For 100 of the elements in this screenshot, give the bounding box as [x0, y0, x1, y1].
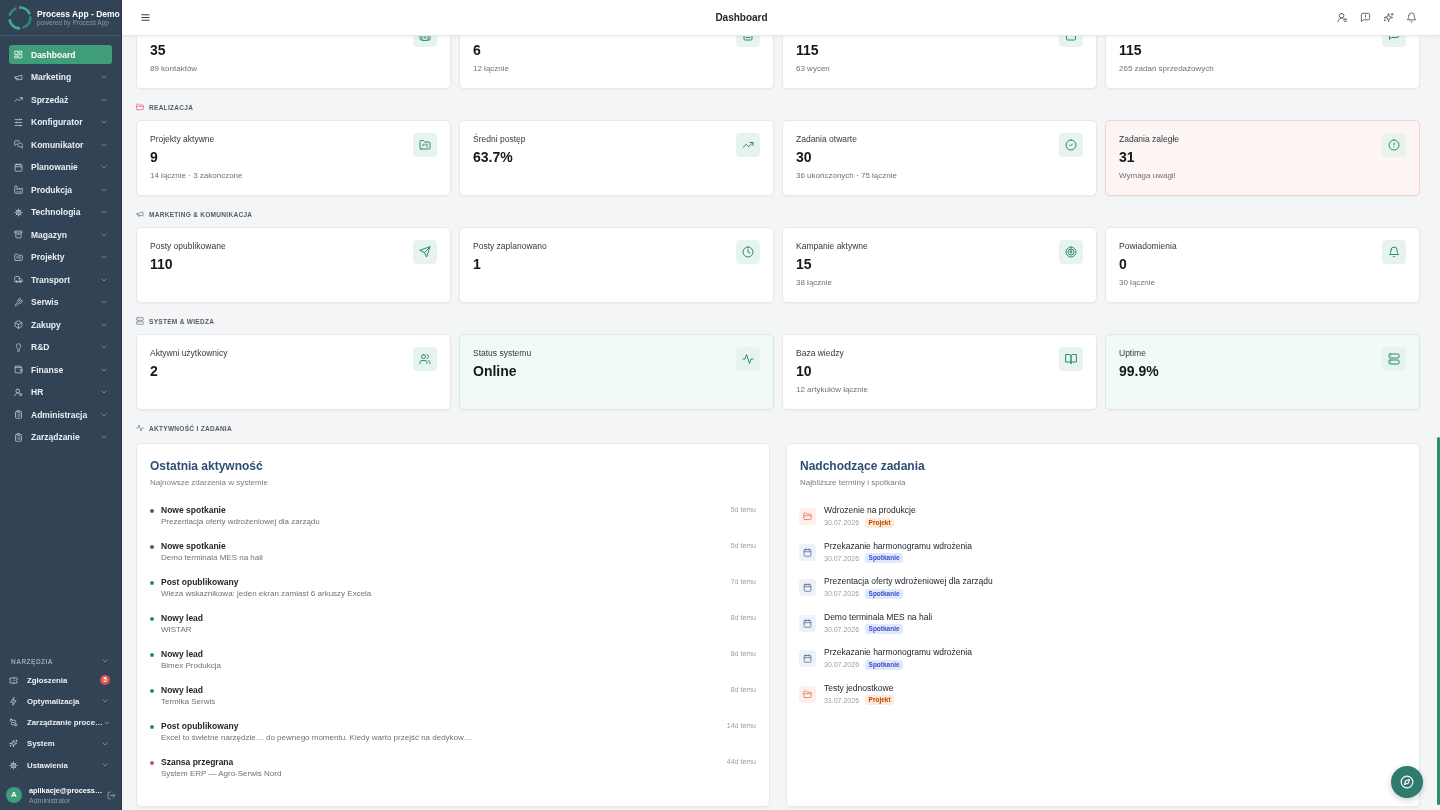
calendar-icon	[799, 543, 816, 561]
stat-label: Posty opublikowane	[150, 240, 226, 252]
scrollbar-thumb[interactable]	[1437, 437, 1440, 805]
panel-title: Nadchodzące zadania	[800, 458, 925, 474]
nav-item[interactable]: Administracja	[9, 405, 112, 424]
nav-item[interactable]: R&D	[9, 337, 112, 357]
calendar-icon	[799, 650, 816, 668]
menu-button[interactable]	[139, 11, 151, 24]
grid-icon	[13, 50, 23, 59]
nav-item[interactable]: Produkcja	[9, 180, 112, 199]
nav-item[interactable]: Zarządzanie	[9, 427, 112, 447]
ticket-icon	[8, 675, 18, 685]
activity-description: Excel to świetne narzędzie… do pewnego momentu. Kiedy warto przejść na dedykow…	[161, 732, 472, 744]
stat-label: Projekty aktywne	[150, 133, 215, 145]
folder-icon	[799, 508, 816, 525]
activity-title: Post opublikowany	[161, 720, 239, 732]
message-alert-icon	[1359, 12, 1371, 23]
task-title: Przekazanie harmonogramu wdrożenia	[824, 646, 972, 659]
server-icon	[1382, 347, 1406, 371]
stat-value: 6	[473, 41, 481, 59]
task-title: Prezentacja oferty wdrożeniowej dla zarządu	[824, 575, 993, 588]
nav-item[interactable]: Zakupy	[9, 315, 112, 334]
nav-item[interactable]: Marketing	[9, 67, 112, 87]
stat-value: 30	[796, 148, 812, 166]
stat-value: 9	[150, 148, 158, 166]
folder-bars-icon	[13, 252, 23, 262]
nav-item[interactable]: Sprzedaż	[9, 90, 112, 109]
bolt-icon	[8, 696, 18, 706]
stat-label: Zadania otwarte	[796, 133, 857, 145]
activity-description: Demo terminala MES na hali	[161, 552, 263, 564]
wrench-icon	[13, 297, 23, 307]
user-ring-icon	[13, 387, 23, 397]
wallet-icon	[13, 365, 23, 374]
nav-item[interactable]: Magazyn	[9, 225, 112, 244]
activity-title: Nowe spotkanie	[161, 504, 226, 516]
logout-button[interactable]	[107, 790, 116, 800]
trend-up-icon	[736, 133, 760, 157]
task-title: Demo terminala MES na hali	[824, 610, 933, 623]
folder-icon	[136, 103, 144, 111]
stat-caption: 89 kontaktów	[150, 63, 198, 75]
stat-label: Aktywni użytkownicy	[150, 347, 228, 359]
clock-icon	[736, 240, 760, 264]
megaphone-icon	[136, 210, 144, 218]
folder-bars-icon	[413, 133, 437, 157]
stat-value: 2	[150, 362, 158, 380]
stat-caption: Wymaga uwagi!	[1119, 170, 1176, 182]
stat-label: Posty zaplanowano	[473, 240, 547, 252]
book-icon	[1059, 347, 1083, 371]
pulse-line-icon	[136, 424, 144, 432]
stat-label: Baza wiedzy	[796, 347, 844, 359]
clipboard-icon	[13, 432, 23, 442]
calendar-icon	[799, 614, 816, 632]
nav-item[interactable]: Finanse	[9, 360, 112, 379]
stat-value: 10	[796, 362, 812, 380]
factory-icon	[13, 185, 23, 194]
sparkles-icon	[8, 739, 18, 749]
activity-title: Post opublikowany	[161, 576, 239, 588]
nav-item[interactable]: Komunikator	[9, 135, 112, 154]
stat-caption: 30 łącznie	[1119, 277, 1156, 289]
nav-item[interactable]: Planowanie	[9, 157, 112, 177]
task-title: Wdrozenie na produkcje	[824, 504, 916, 516]
activity-description: WISTAR	[161, 624, 192, 636]
stat-value: 63.7%	[473, 148, 513, 166]
stat-value: 35	[150, 41, 166, 59]
stat-label: Status systemu	[473, 347, 532, 359]
activity-description: System ERP — Agro-Serwis Nord	[161, 768, 282, 780]
users-icon	[413, 347, 437, 371]
activity-title: Nowe spotkanie	[161, 540, 226, 552]
stat-caption: 265 zadań sprzedażowych	[1119, 63, 1214, 75]
logo-icon	[7, 4, 33, 31]
panel-title: Ostatnia aktywność	[150, 458, 263, 474]
bell-icon	[1382, 240, 1406, 264]
stat-caption: 63 wycen	[796, 63, 830, 75]
chat-bubbles-icon	[13, 140, 23, 149]
stat-value: 0	[1119, 255, 1127, 273]
activity-title: Nowy lead	[161, 612, 204, 624]
activity-title: Szansa przegrana	[161, 756, 234, 768]
nav-item[interactable]: Konfigurator	[9, 112, 112, 132]
nav-item[interactable]: Technologia	[9, 202, 112, 222]
app-title: Process App - Demo	[37, 8, 120, 19]
folder-icon	[799, 685, 816, 703]
bell-icon	[1405, 12, 1417, 23]
nav-item[interactable]: Serwis	[9, 292, 112, 312]
stat-value: 99.9%	[1119, 362, 1159, 380]
server-icon	[136, 317, 144, 325]
sparkles-icon	[1382, 12, 1394, 23]
nav-item[interactable]: Transport	[9, 270, 112, 289]
stat-caption: 12 artykułów łącznie	[796, 384, 869, 396]
activity-description: Prezentacja oferty wdrożeniowej dla zarządu	[161, 516, 320, 528]
user-ring-icon	[1336, 12, 1348, 23]
target-icon	[1059, 240, 1083, 264]
stat-label: Zadania zaległe	[1119, 133, 1179, 145]
cube-icon	[13, 320, 23, 329]
stat-caption: 36 ukończonych · 75 łącznie	[796, 170, 897, 182]
stat-value: 1	[473, 255, 481, 273]
sliders-icon	[13, 117, 23, 127]
nav-item[interactable]: HR	[9, 382, 112, 402]
nav-item[interactable]: Projekty	[9, 247, 112, 267]
calendar-icon	[799, 579, 816, 597]
activity-description: Wieza wskaznikowa: jeden ekran zamiast 6 arkuszy Excela	[161, 588, 372, 600]
